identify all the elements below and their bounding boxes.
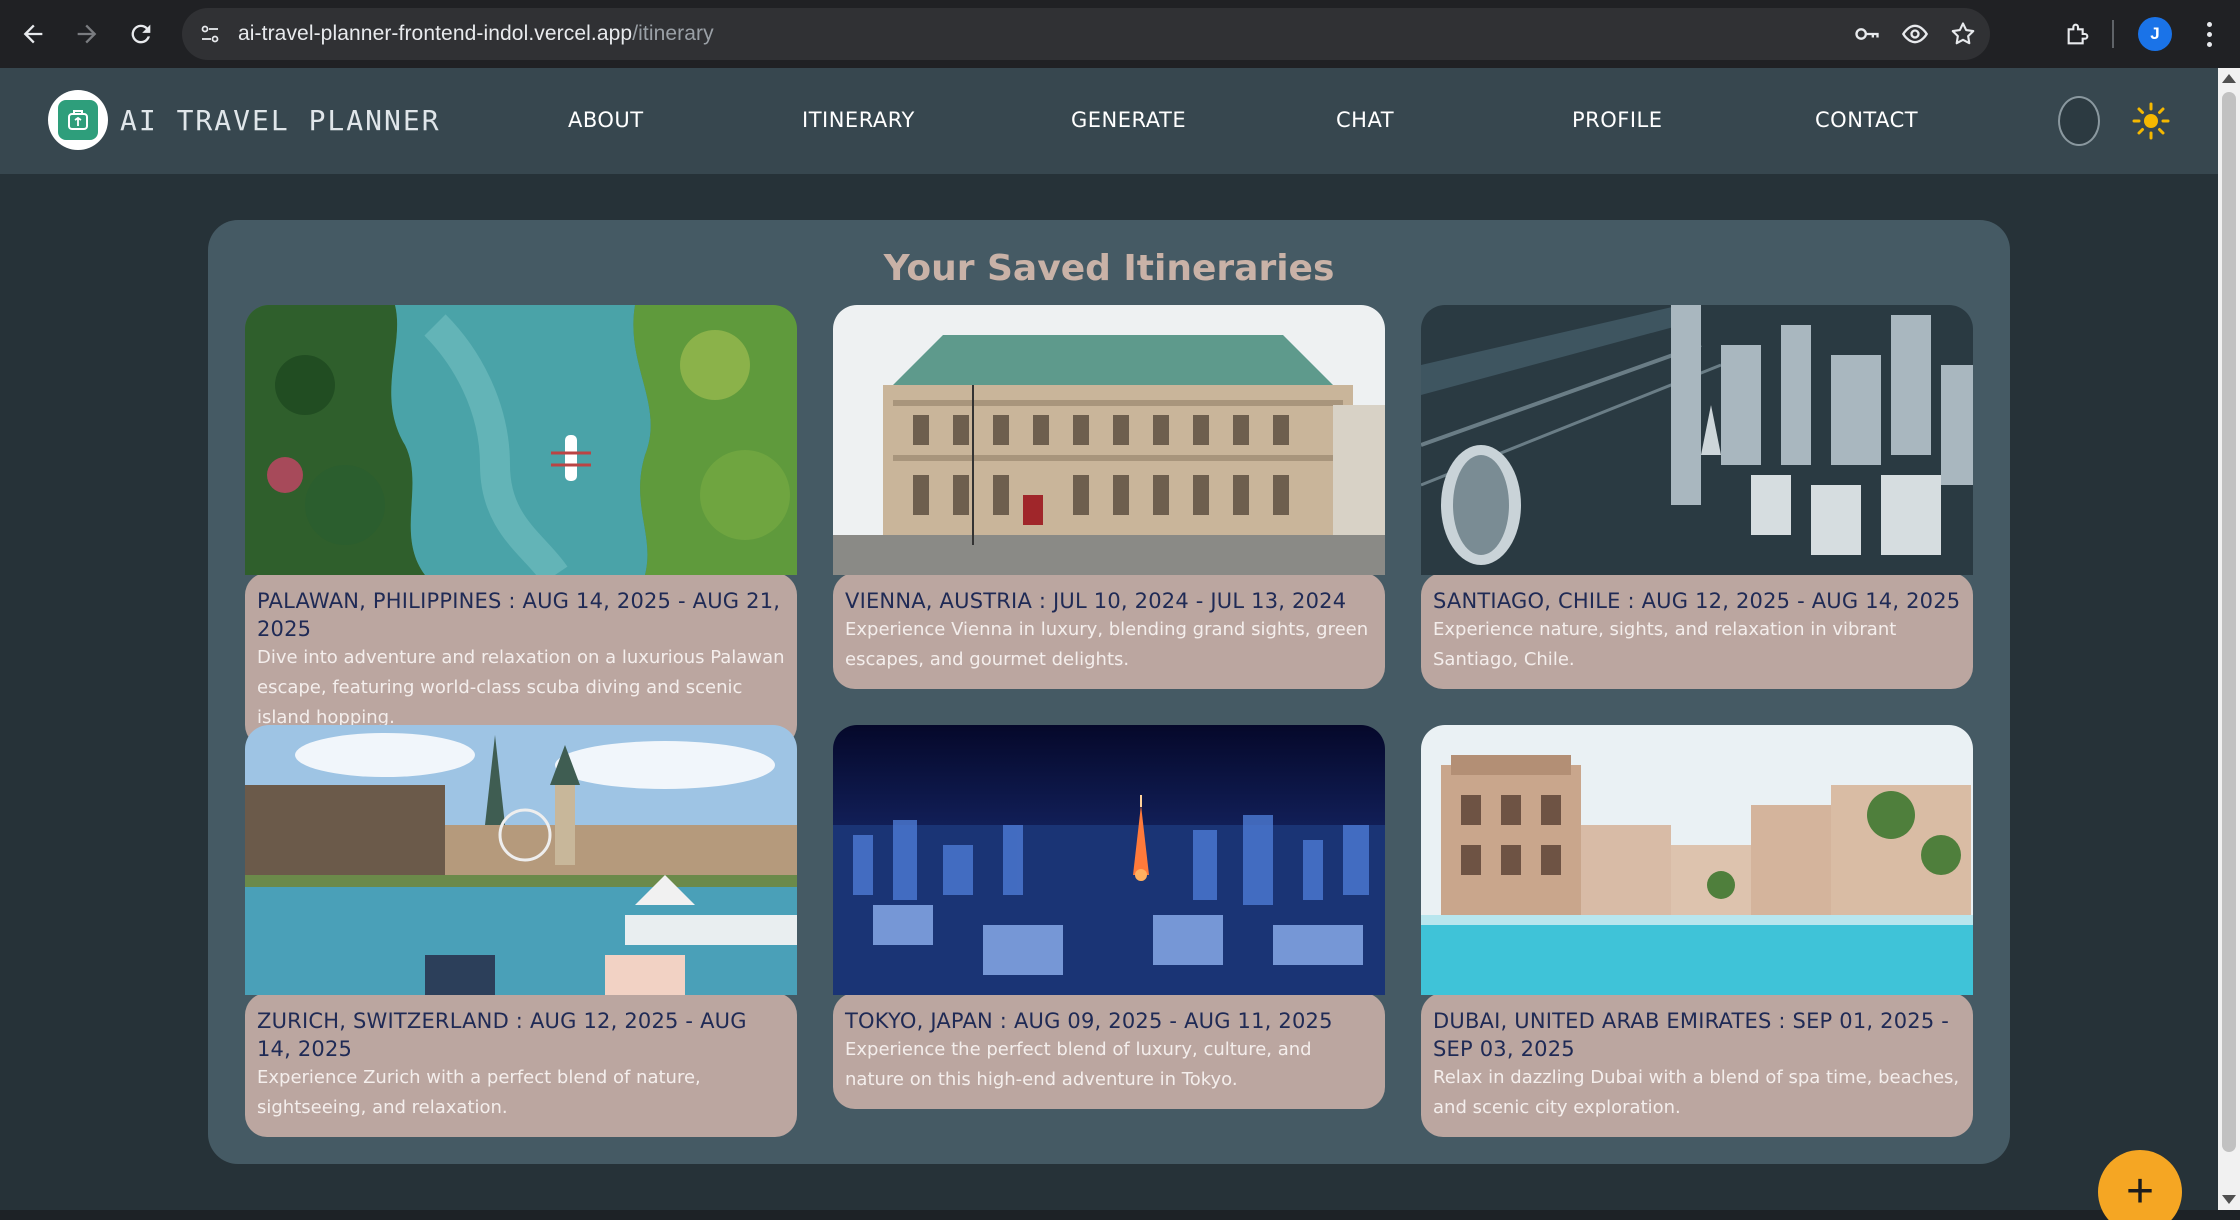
itinerary-card-vienna[interactable]: VIENNA, AUSTRIA : JUL 10, 2024 - JUL 13,…: [833, 305, 1385, 689]
scroll-thumb[interactable]: [2222, 92, 2236, 1152]
nav-about[interactable]: ABOUT: [568, 108, 644, 132]
reload-icon: [131, 24, 151, 44]
itinerary-title: DUBAI, UNITED ARAB EMIRATES : SEP 01, 20…: [1433, 1009, 1950, 1061]
itinerary-card-zurich[interactable]: ZURICH, SWITZERLAND : AUG 12, 2025 - AUG…: [245, 725, 797, 1137]
itinerary-title: TOKYO, JAPAN : AUG 09, 2025 - AUG 11, 20…: [845, 1009, 1333, 1033]
brand-name[interactable]: AI TRAVEL PLANNER: [120, 104, 441, 137]
scroll-up-arrow[interactable]: [2222, 74, 2236, 83]
zurich-harbor-photo: [245, 725, 797, 995]
app-logo[interactable]: [48, 90, 108, 150]
eye-icon[interactable]: [1900, 19, 1930, 49]
dubai-resort-photo: [1421, 725, 1973, 995]
itinerary-title: ZURICH, SWITZERLAND : AUG 12, 2025 - AUG…: [257, 1009, 747, 1061]
itinerary-title: PALAWAN, PHILIPPINES : AUG 14, 2025 - AU…: [257, 589, 781, 641]
itinerary-card-body: TOKYO, JAPAN : AUG 09, 2025 - AUG 11, 20…: [833, 993, 1385, 1109]
bookmark-star-icon[interactable]: [1948, 19, 1978, 49]
tokyo-night-photo: [833, 725, 1385, 995]
nav-profile[interactable]: PROFILE: [1572, 108, 1663, 132]
arrow-left-icon: [23, 24, 43, 44]
itinerary-description: Experience Vienna in luxury, blending gr…: [845, 619, 1369, 670]
suitcase-icon: [58, 100, 98, 140]
arrow-right-icon: [77, 24, 97, 44]
address-bar[interactable]: ai-travel-planner-frontend-indol.vercel.…: [182, 8, 1990, 60]
page-scrollbar[interactable]: [2218, 68, 2240, 1210]
browser-menu-button[interactable]: [2194, 14, 2224, 54]
url-path: /itinerary: [632, 22, 714, 45]
add-itinerary-button[interactable]: +: [2098, 1150, 2182, 1220]
nav-generate[interactable]: GENERATE: [1071, 108, 1186, 132]
itinerary-description: Experience Zurich with a perfect blend o…: [257, 1067, 701, 1118]
itinerary-description: Relax in dazzling Dubai with a blend of …: [1433, 1067, 1960, 1118]
itinerary-card-body: DUBAI, UNITED ARAB EMIRATES : SEP 01, 20…: [1421, 993, 1973, 1137]
password-key-icon[interactable]: [1852, 19, 1882, 49]
url-text: ai-travel-planner-frontend-indol.vercel.…: [238, 22, 714, 46]
extensions-button[interactable]: [2058, 14, 2098, 54]
itinerary-description: Experience the perfect blend of luxury, …: [845, 1039, 1312, 1090]
reload-button[interactable]: [114, 7, 168, 61]
scroll-down-arrow[interactable]: [2222, 1195, 2236, 1204]
sun-icon[interactable]: [2132, 102, 2170, 140]
nav-chat[interactable]: CHAT: [1336, 108, 1394, 132]
itinerary-title: SANTIAGO, CHILE : AUG 12, 2025 - AUG 14,…: [1433, 589, 1961, 613]
browser-bottom-edge: [0, 1210, 2240, 1220]
app-header: AI TRAVEL PLANNER ABOUT ITINERARY GENERA…: [0, 68, 2218, 174]
itinerary-card-dubai[interactable]: DUBAI, UNITED ARAB EMIRATES : SEP 01, 20…: [1421, 725, 1973, 1137]
itinerary-card-palawan[interactable]: PALAWAN, PHILIPPINES : AUG 14, 2025 - AU…: [245, 305, 797, 747]
itinerary-description: Experience nature, sights, and relaxatio…: [1433, 619, 1897, 670]
itinerary-title: VIENNA, AUSTRIA : JUL 10, 2024 - JUL 13,…: [845, 589, 1347, 613]
back-button[interactable]: [6, 7, 60, 61]
page-title: Your Saved Itineraries: [883, 248, 1335, 289]
itinerary-card-body: ZURICH, SWITZERLAND : AUG 12, 2025 - AUG…: [245, 993, 797, 1137]
itineraries-panel: Your Saved Itineraries PALAWAN, PHILIPPI…: [208, 220, 2010, 1164]
vienna-opera-photo: [833, 305, 1385, 575]
itinerary-card-body: SANTIAGO, CHILE : AUG 12, 2025 - AUG 14,…: [1421, 573, 1973, 689]
itinerary-card-tokyo[interactable]: TOKYO, JAPAN : AUG 09, 2025 - AUG 11, 20…: [833, 725, 1385, 1109]
santiago-city-photo: [1421, 305, 1973, 575]
nav-contact[interactable]: CONTACT: [1815, 108, 1918, 132]
itinerary-card-body: PALAWAN, PHILIPPINES : AUG 14, 2025 - AU…: [245, 573, 797, 747]
itinerary-description: Dive into adventure and relaxation on a …: [257, 647, 785, 728]
itinerary-card-santiago[interactable]: SANTIAGO, CHILE : AUG 12, 2025 - AUG 14,…: [1421, 305, 1973, 689]
toolbar-divider: [2112, 20, 2114, 48]
site-info-icon[interactable]: [190, 14, 230, 54]
puzzle-icon: [2067, 23, 2089, 45]
profile-avatar[interactable]: J: [2138, 17, 2172, 51]
forward-button[interactable]: [60, 7, 114, 61]
theme-toggle[interactable]: [2058, 96, 2100, 146]
itinerary-card-body: VIENNA, AUSTRIA : JUL 10, 2024 - JUL 13,…: [833, 573, 1385, 689]
url-host: ai-travel-planner-frontend-indol.vercel.…: [238, 22, 633, 45]
palawan-aerial-photo: [245, 305, 797, 575]
browser-toolbar: ai-travel-planner-frontend-indol.vercel.…: [0, 0, 2240, 68]
nav-itinerary[interactable]: ITINERARY: [802, 108, 915, 132]
